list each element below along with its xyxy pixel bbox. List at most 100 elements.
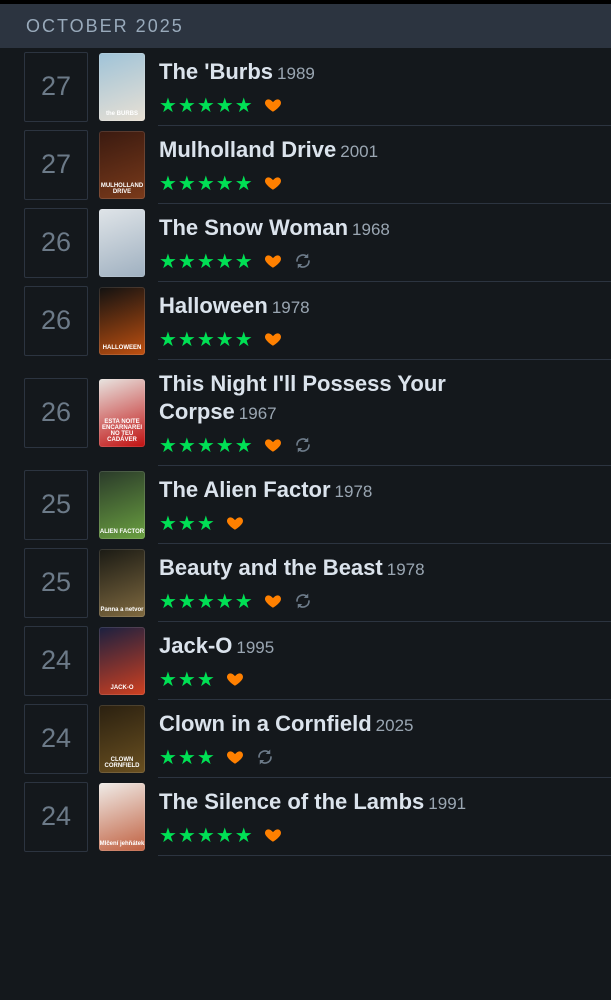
diary-list: 27 the BURBS The 'Burbs 1989 ★★★★★ 27 MUL…	[0, 48, 611, 856]
entry-info: The Alien Factor 1978 ★★★	[158, 466, 372, 543]
entry-meta: ★★★★★	[159, 327, 310, 351]
film-title[interactable]: The Alien Factor	[159, 477, 331, 502]
heart-icon	[264, 436, 282, 454]
entry-day[interactable]: 24	[24, 625, 88, 696]
film-title-line: Mulholland Drive 2001	[159, 136, 378, 166]
film-year[interactable]: 1989	[277, 64, 315, 83]
heart-icon	[264, 592, 282, 610]
entry-meta: ★★★★★	[159, 589, 425, 613]
poster-label: ALIEN FACTOR	[99, 528, 145, 535]
entry-day[interactable]: 27	[24, 129, 88, 200]
diary-entry[interactable]: 26 HALLOWEEN Halloween 1978 ★★★★★	[24, 282, 611, 360]
heart-icon	[264, 330, 282, 348]
diary-entry[interactable]: 27 MULHOLLAND DRIVE Mulholland Drive 2001…	[24, 126, 611, 204]
film-poster[interactable]: CLOWN CORNFIELD	[99, 704, 145, 773]
poster-label: Mlčení jehňátek	[99, 840, 145, 847]
poster-label: ESTA NOITE ENCARNAREI NO TEU CADÁVER	[101, 418, 142, 443]
star-rating: ★★★★★	[159, 590, 254, 613]
entry-meta: ★★★★★	[159, 171, 378, 195]
entry-info: The 'Burbs 1989 ★★★★★	[158, 48, 315, 125]
entry-meta: ★★★★★	[159, 249, 390, 273]
entry-info: Mulholland Drive 2001 ★★★★★	[158, 126, 378, 203]
entry-meta: ★★★	[159, 667, 274, 691]
film-title-line: Clown in a Cornfield 2025	[159, 710, 414, 740]
poster-label: HALLOWEEN	[102, 344, 142, 351]
film-title[interactable]: This Night I'll Possess Your Corpse	[159, 371, 446, 424]
film-poster[interactable]: ESTA NOITE ENCARNAREI NO TEU CADÁVER	[99, 378, 145, 447]
diary-entry[interactable]: 26 The Snow Woman 1968 ★★★★★	[24, 204, 611, 282]
entry-info: Beauty and the Beast 1978 ★★★★★	[158, 544, 425, 621]
film-title-line: The Silence of the Lambs 1991	[159, 788, 466, 818]
star-rating: ★★★★★	[159, 434, 254, 457]
diary-entry[interactable]: 25 Panna a netvor Beauty and the Beast 19…	[24, 544, 611, 622]
film-title[interactable]: Mulholland Drive	[159, 137, 336, 162]
entry-day[interactable]: 26	[24, 207, 88, 278]
film-title[interactable]: Jack-O	[159, 633, 232, 658]
film-year[interactable]: 1978	[272, 298, 310, 317]
entry-day[interactable]: 25	[24, 469, 88, 540]
heart-icon	[264, 252, 282, 270]
poster-label: JACK-O	[110, 684, 134, 691]
film-year[interactable]: 2025	[376, 716, 414, 735]
film-year[interactable]: 1978	[335, 482, 373, 501]
poster-label: the BURBS	[105, 110, 138, 117]
entry-day[interactable]: 24	[24, 781, 88, 852]
film-year[interactable]: 1978	[387, 560, 425, 579]
film-year[interactable]: 1967	[239, 404, 277, 423]
entry-meta: ★★★	[159, 511, 372, 535]
film-poster[interactable]: Mlčení jehňátek	[99, 782, 145, 851]
entry-info: Halloween 1978 ★★★★★	[158, 282, 310, 359]
film-poster[interactable]	[99, 208, 145, 277]
star-rating: ★★★	[159, 668, 216, 691]
film-title-line: The 'Burbs 1989	[159, 58, 315, 88]
entry-day[interactable]: 25	[24, 547, 88, 618]
film-title[interactable]: The 'Burbs	[159, 59, 273, 84]
film-year[interactable]: 1968	[352, 220, 390, 239]
star-rating: ★★★★★	[159, 94, 254, 117]
film-year[interactable]: 2001	[340, 142, 378, 161]
rewatch-icon	[294, 592, 312, 610]
rewatch-icon	[294, 436, 312, 454]
diary-entry[interactable]: 27 the BURBS The 'Burbs 1989 ★★★★★	[24, 48, 611, 126]
entry-meta: ★★★★★	[159, 433, 479, 457]
film-poster[interactable]: JACK-O	[99, 626, 145, 695]
diary-entry[interactable]: 24 CLOWN CORNFIELD Clown in a Cornfield 2…	[24, 700, 611, 778]
diary-entry[interactable]: 26 ESTA NOITE ENCARNAREI NO TEU CADÁVER …	[24, 360, 611, 466]
diary-entry[interactable]: 24 JACK-O Jack-O 1995 ★★★	[24, 622, 611, 700]
entry-info: This Night I'll Possess Your Corpse 1967 …	[158, 360, 479, 465]
month-header: OCTOBER 2025	[0, 4, 611, 48]
diary-entry[interactable]: 25 ALIEN FACTOR The Alien Factor 1978 ★★★	[24, 466, 611, 544]
film-poster[interactable]: ALIEN FACTOR	[99, 470, 145, 539]
film-title-line: The Snow Woman 1968	[159, 214, 390, 244]
diary-entry[interactable]: 24 Mlčení jehňátek The Silence of the La…	[24, 778, 611, 856]
entry-day[interactable]: 24	[24, 703, 88, 774]
entry-info: The Silence of the Lambs 1991 ★★★★★	[158, 778, 466, 855]
entry-day[interactable]: 27	[24, 51, 88, 122]
entry-day[interactable]: 26	[24, 377, 88, 448]
heart-icon	[264, 174, 282, 192]
heart-icon	[264, 826, 282, 844]
film-title[interactable]: The Snow Woman	[159, 215, 348, 240]
entry-day[interactable]: 26	[24, 285, 88, 356]
film-year[interactable]: 1991	[428, 794, 466, 813]
entry-info: The Snow Woman 1968 ★★★★★	[158, 204, 390, 281]
film-poster[interactable]: MULHOLLAND DRIVE	[99, 130, 145, 199]
poster-label: Panna a netvor	[100, 606, 144, 613]
film-poster[interactable]: Panna a netvor	[99, 548, 145, 617]
film-title[interactable]: Halloween	[159, 293, 268, 318]
entry-meta: ★★★★★	[159, 823, 466, 847]
film-title-line: Jack-O 1995	[159, 632, 274, 662]
entry-info: Jack-O 1995 ★★★	[158, 622, 274, 699]
film-title[interactable]: Clown in a Cornfield	[159, 711, 372, 736]
rewatch-icon	[256, 748, 274, 766]
star-rating: ★★★	[159, 512, 216, 535]
film-poster[interactable]: HALLOWEEN	[99, 286, 145, 355]
film-title[interactable]: The Silence of the Lambs	[159, 789, 424, 814]
film-poster[interactable]: the BURBS	[99, 52, 145, 121]
film-title[interactable]: Beauty and the Beast	[159, 555, 383, 580]
star-rating: ★★★	[159, 746, 216, 769]
film-year[interactable]: 1995	[236, 638, 274, 657]
film-title-line: This Night I'll Possess Your Corpse 1967	[159, 370, 479, 428]
heart-icon	[226, 670, 244, 688]
heart-icon	[264, 96, 282, 114]
